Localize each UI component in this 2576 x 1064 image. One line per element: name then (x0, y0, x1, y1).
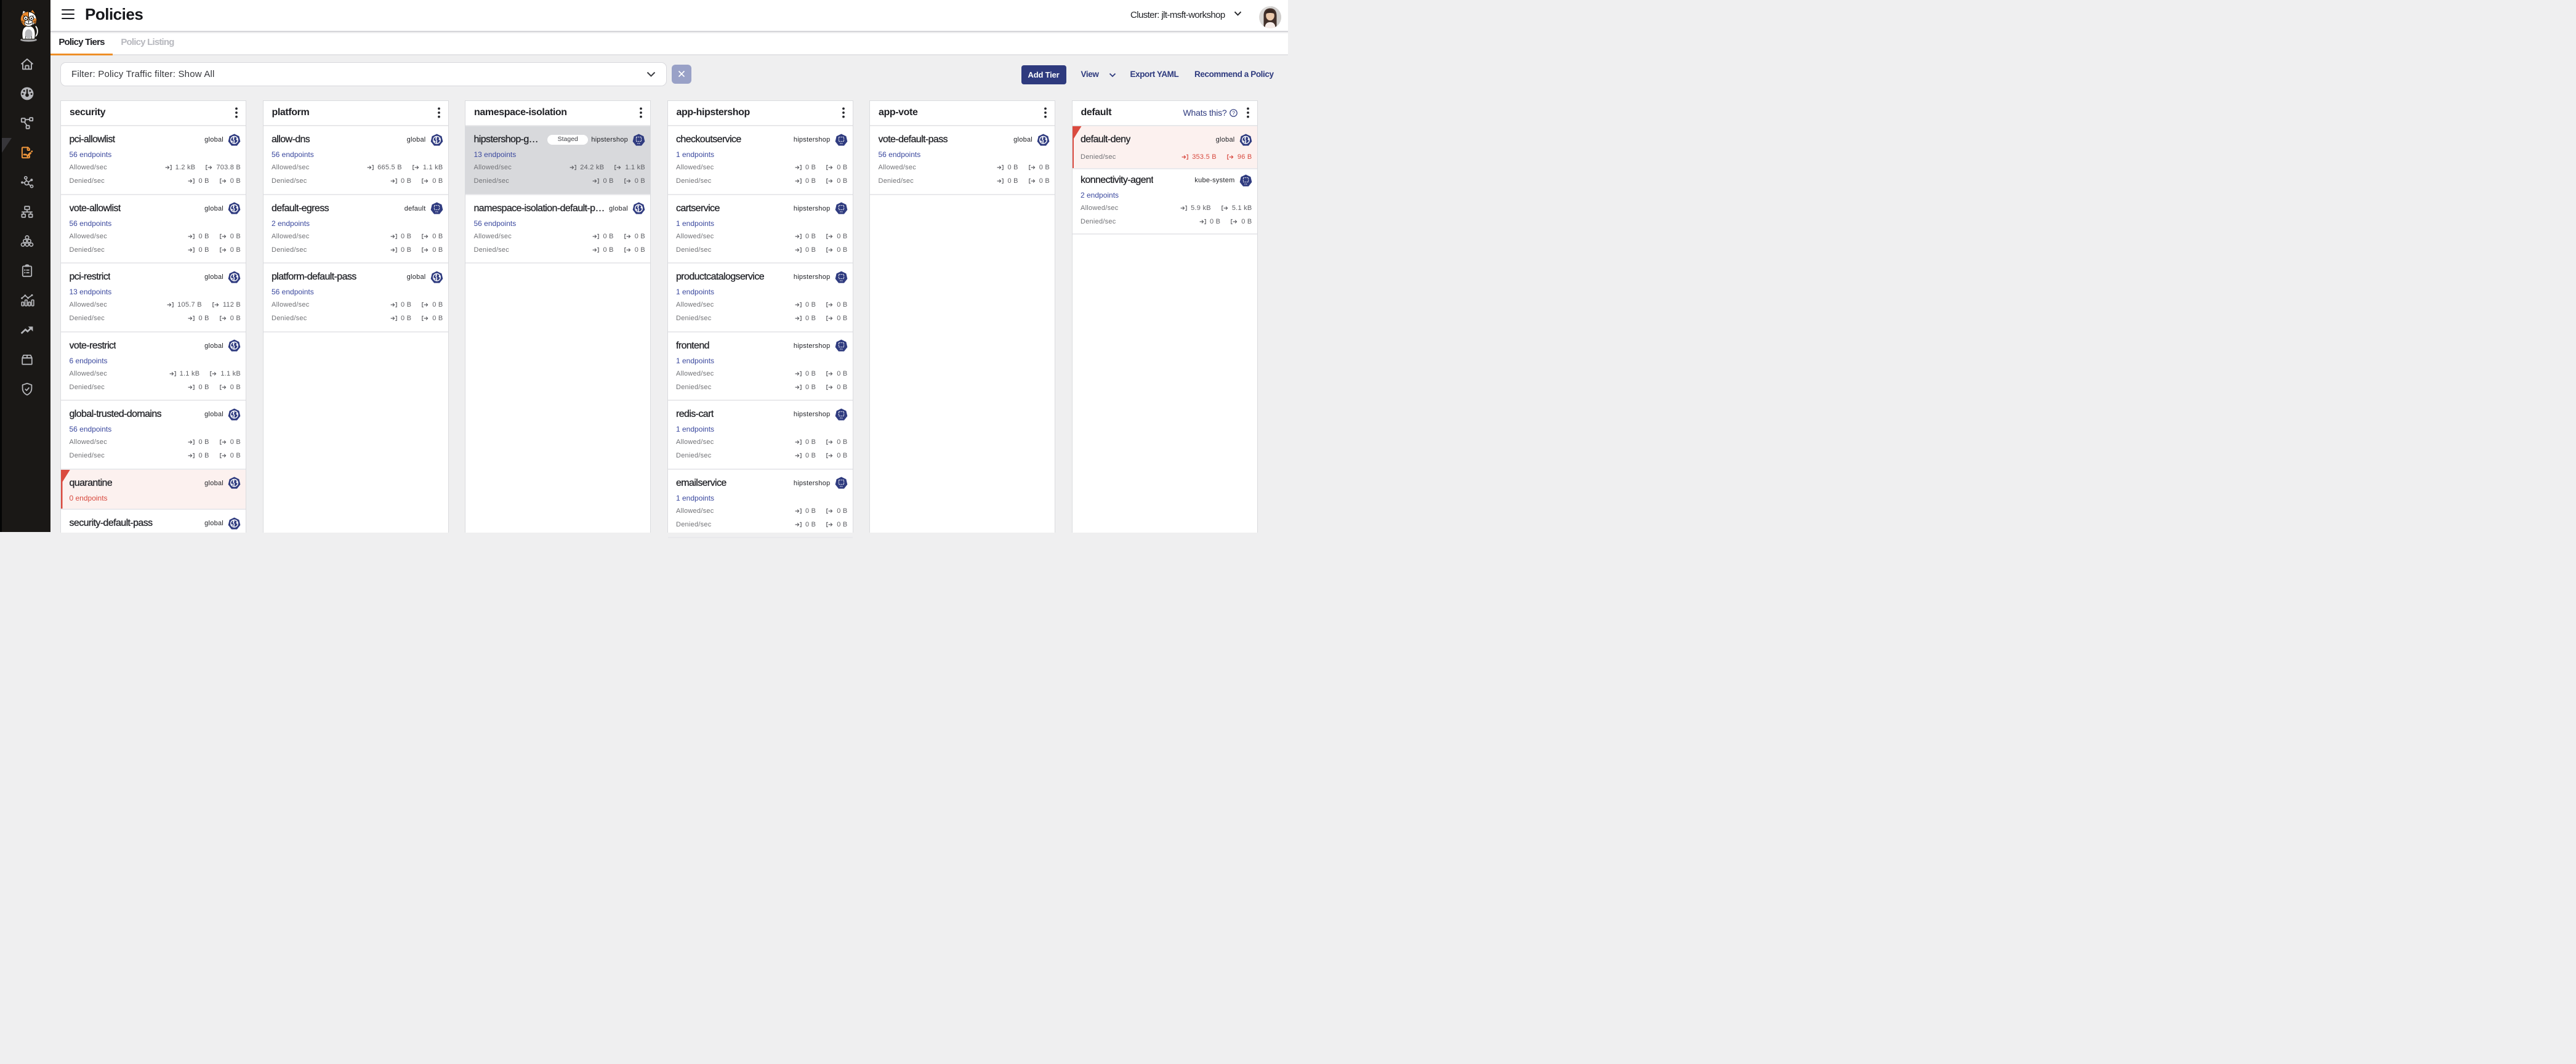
svg-text:ns: ns (840, 210, 843, 213)
svg-text:ns: ns (840, 416, 843, 419)
svg-text:ns: ns (637, 141, 640, 144)
svg-text:ns: ns (435, 210, 438, 213)
svg-text:ns: ns (840, 141, 843, 144)
svg-text:ns: ns (1244, 182, 1247, 185)
svg-text:ns: ns (840, 347, 843, 350)
svg-text:ns: ns (840, 278, 843, 281)
svg-text:?: ? (1232, 110, 1235, 116)
svg-text:ns: ns (840, 485, 843, 488)
